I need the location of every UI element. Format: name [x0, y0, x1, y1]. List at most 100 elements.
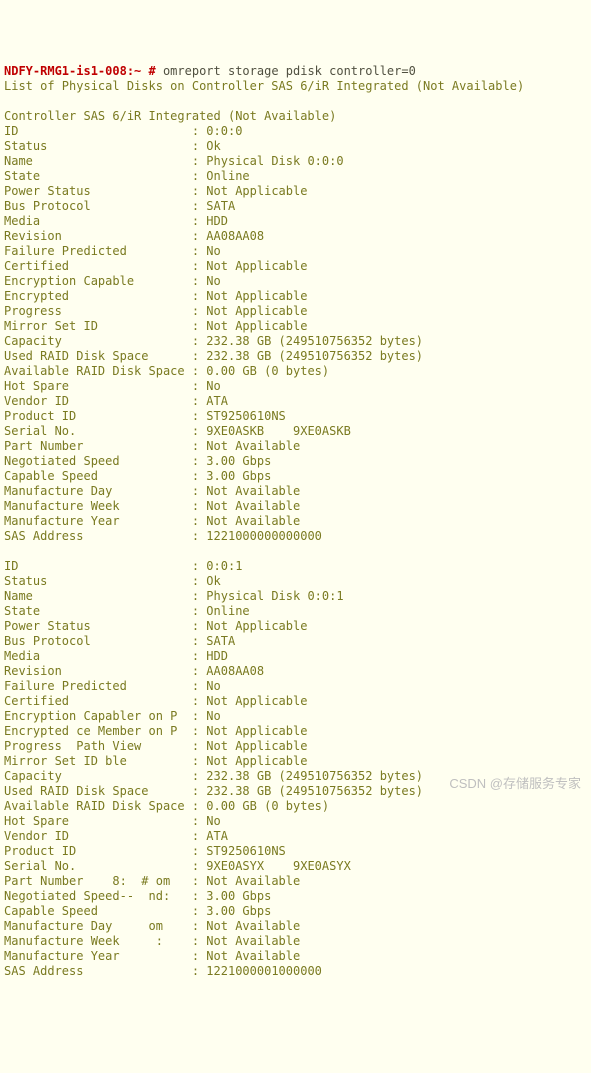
kv-value: No [206, 679, 220, 693]
kv-key: Negotiated Speed [4, 454, 192, 468]
kv-row: Power Status : Not Applicable [4, 619, 587, 634]
kv-sep: : [192, 889, 206, 903]
kv-sep: : [192, 709, 206, 723]
kv-sep: : [192, 319, 206, 333]
kv-sep: : [192, 469, 206, 483]
kv-key: Manufacture Year [4, 514, 192, 528]
kv-key: Power Status [4, 619, 192, 633]
kv-value: 9XE0ASKB 9XE0ASKB [206, 424, 351, 438]
kv-value: Not Available [206, 499, 300, 513]
kv-sep: : [192, 409, 206, 423]
kv-value: 232.38 GB (249510756352 bytes) [206, 349, 423, 363]
kv-row: Capable Speed : 3.00 Gbps [4, 904, 587, 919]
kv-row: Serial No. : 9XE0ASYX 9XE0ASYX [4, 859, 587, 874]
kv-sep: : [192, 904, 206, 918]
kv-sep: : [192, 949, 206, 963]
kv-row: State : Online [4, 604, 587, 619]
kv-sep: : [192, 784, 206, 798]
kv-value: Not Applicable [206, 319, 307, 333]
kv-value: 0:0:0 [206, 124, 242, 138]
kv-sep: : [192, 634, 206, 648]
kv-sep: : [192, 604, 206, 618]
kv-sep: : [192, 934, 206, 948]
kv-sep: : [192, 529, 206, 543]
kv-key: Mirror Set ID ble [4, 754, 192, 768]
kv-key: Manufacture Year [4, 949, 192, 963]
kv-sep: : [192, 364, 206, 378]
kv-key: Bus Protocol [4, 634, 192, 648]
kv-key: State [4, 604, 192, 618]
kv-key: Failure Predicted [4, 679, 192, 693]
kv-key: Capable Speed [4, 469, 192, 483]
kv-row: Capacity : 232.38 GB (249510756352 bytes… [4, 334, 587, 349]
kv-key: ID [4, 124, 192, 138]
kv-value: 0.00 GB (0 bytes) [206, 364, 329, 378]
kv-key: Capacity [4, 334, 192, 348]
kv-sep: : [192, 184, 206, 198]
kv-value: Ok [206, 574, 220, 588]
kv-value: Physical Disk 0:0:0 [206, 154, 343, 168]
kv-value: Not Available [206, 949, 300, 963]
kv-sep: : [192, 559, 206, 573]
kv-value: Not Available [206, 484, 300, 498]
kv-key: Product ID [4, 409, 192, 423]
kv-key: Status [4, 574, 192, 588]
kv-row: Name : Physical Disk 0:0:1 [4, 589, 587, 604]
kv-row: Failure Predicted : No [4, 244, 587, 259]
kv-sep: : [192, 334, 206, 348]
kv-sep: : [192, 964, 206, 978]
kv-value: 0:0:1 [206, 559, 242, 573]
kv-value: 3.00 Gbps [206, 889, 271, 903]
kv-row: Negotiated Speed-- nd: : 3.00 Gbps [4, 889, 587, 904]
kv-row: ID : 0:0:0 [4, 124, 587, 139]
kv-value: AA08AA08 [206, 664, 264, 678]
kv-value: Not Applicable [206, 619, 307, 633]
kv-value: Not Available [206, 919, 300, 933]
kv-row: Mirror Set ID : Not Applicable [4, 319, 587, 334]
terminal-output: NDFY-RMG1-is1-008:~ # omreport storage p… [4, 64, 587, 979]
kv-row: Product ID : ST9250610NS [4, 844, 587, 859]
kv-row: Encrypted ce Member on P : Not Applicabl… [4, 724, 587, 739]
kv-value: 3.00 Gbps [206, 454, 271, 468]
kv-key: Serial No. [4, 424, 192, 438]
kv-sep: : [192, 349, 206, 363]
kv-sep: : [192, 844, 206, 858]
kv-row: Manufacture Week : Not Available [4, 499, 587, 514]
kv-sep: : [192, 499, 206, 513]
kv-row: Serial No. : 9XE0ASKB 9XE0ASKB [4, 424, 587, 439]
kv-row: Encryption Capable : No [4, 274, 587, 289]
kv-value: 3.00 Gbps [206, 904, 271, 918]
kv-value: Not Applicable [206, 694, 307, 708]
kv-key: Encryption Capabler on P [4, 709, 192, 723]
kv-sep: : [192, 424, 206, 438]
kv-value: No [206, 244, 220, 258]
kv-sep: : [192, 244, 206, 258]
kv-key: Available RAID Disk Space [4, 364, 192, 378]
kv-row: Encryption Capabler on P : No [4, 709, 587, 724]
shell-command: omreport storage pdisk controller=0 [163, 64, 416, 78]
kv-value: Ok [206, 139, 220, 153]
kv-key: Serial No. [4, 859, 192, 873]
kv-key: Available RAID Disk Space [4, 799, 192, 813]
kv-value: Not Applicable [206, 184, 307, 198]
kv-sep: : [192, 724, 206, 738]
kv-sep: : [192, 874, 206, 888]
kv-key: State [4, 169, 192, 183]
kv-value: Not Available [206, 439, 300, 453]
kv-sep: : [192, 259, 206, 273]
kv-row: Part Number : Not Available [4, 439, 587, 454]
kv-key: Part Number 8: # om [4, 874, 192, 888]
kv-value: Not Applicable [206, 259, 307, 273]
kv-key: Revision [4, 229, 192, 243]
kv-key: Encrypted ce Member on P [4, 724, 192, 738]
kv-row: Used RAID Disk Space : 232.38 GB (249510… [4, 784, 587, 799]
kv-sep: : [192, 304, 206, 318]
kv-row: Manufacture Year : Not Available [4, 514, 587, 529]
kv-value: 0.00 GB (0 bytes) [206, 799, 329, 813]
kv-key: Encryption Capable [4, 274, 192, 288]
kv-row: Manufacture Day om : Not Available [4, 919, 587, 934]
shell-prompt: NDFY-RMG1-is1-008:~ # [4, 64, 163, 78]
kv-value: ST9250610NS [206, 409, 285, 423]
kv-sep: : [192, 664, 206, 678]
kv-row: SAS Address : 1221000000000000 [4, 529, 587, 544]
